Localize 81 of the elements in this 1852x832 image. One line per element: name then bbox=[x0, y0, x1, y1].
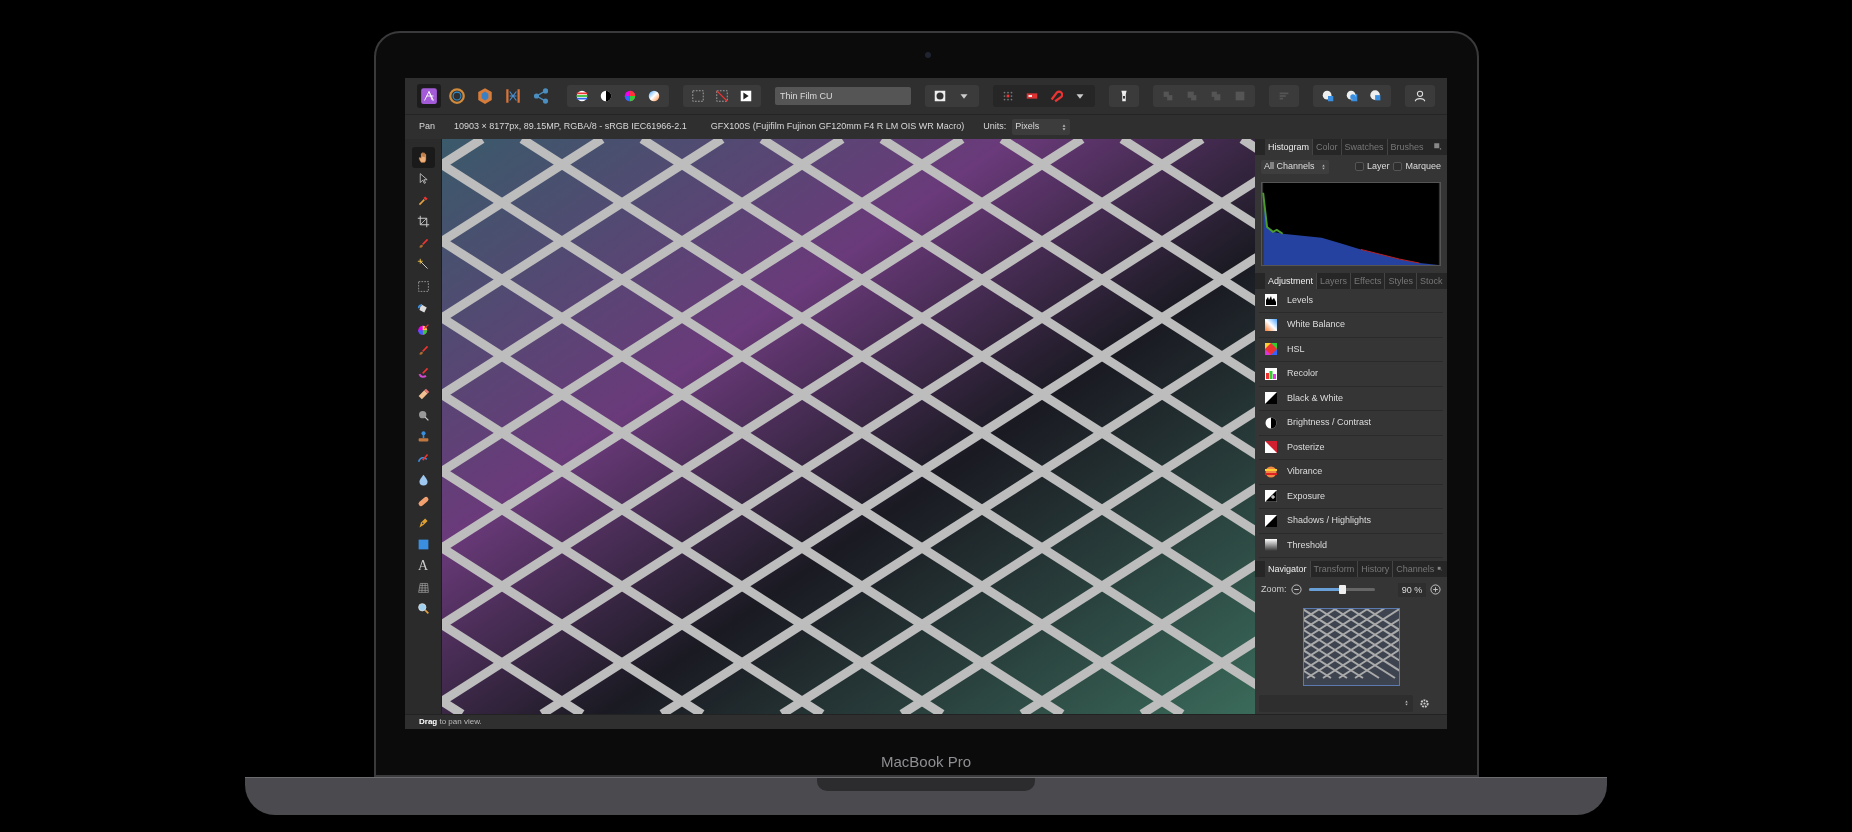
persona-icon bbox=[420, 87, 438, 105]
panel-tab[interactable]: Color bbox=[1312, 139, 1341, 155]
exposure-icon bbox=[1265, 490, 1277, 503]
adjustment-item[interactable]: White Balance bbox=[1259, 313, 1443, 338]
adjustment-item[interactable]: Threshold bbox=[1259, 533, 1443, 559]
hand-icon bbox=[416, 150, 430, 164]
updown-icon bbox=[1061, 122, 1068, 132]
checkbox[interactable] bbox=[1393, 162, 1403, 172]
vibrance-icon bbox=[1265, 465, 1277, 478]
tool-button[interactable] bbox=[411, 147, 435, 168]
camera-icon bbox=[924, 52, 931, 58]
temperature-gradient-icon bbox=[1265, 318, 1277, 331]
hsl-icon bbox=[1265, 343, 1277, 356]
camera-info: GFX100S (Fujifilm Fujinon GF120mm F4 R LM OIS WR Macro) bbox=[710, 120, 965, 134]
panel-tab[interactable]: Adjustment bbox=[1265, 272, 1317, 289]
stamp-icon bbox=[416, 430, 430, 444]
updown-icon bbox=[1321, 162, 1326, 171]
marquee-icon bbox=[416, 279, 430, 293]
crop-icon bbox=[416, 215, 430, 229]
units-label: Units: bbox=[983, 120, 1007, 134]
search-icon bbox=[416, 602, 430, 616]
panel-tab[interactable]: Styles bbox=[1384, 272, 1416, 289]
zoom-slider[interactable] bbox=[1308, 588, 1375, 592]
adjustment-item[interactable]: Exposure bbox=[1259, 484, 1443, 510]
levels-icon bbox=[1265, 294, 1277, 307]
settings-icon[interactable] bbox=[1419, 697, 1430, 709]
square-icon bbox=[416, 537, 430, 551]
checkbox[interactable] bbox=[1354, 162, 1364, 172]
adjustment-item[interactable]: Levels bbox=[1259, 288, 1443, 314]
adjustment-item[interactable]: Posterize bbox=[1259, 435, 1443, 461]
eraser-icon bbox=[416, 387, 430, 401]
updown-icon bbox=[1404, 699, 1409, 708]
panel-tab[interactable]: Swatches bbox=[1340, 139, 1387, 155]
magnifier-icon bbox=[416, 408, 430, 422]
color-wheel-icon bbox=[416, 322, 430, 336]
brightness-contrast-icon bbox=[1265, 416, 1277, 429]
checkbox-label: Layer bbox=[1366, 160, 1390, 173]
panel-tab[interactable]: Layers bbox=[1316, 272, 1351, 289]
panel-tab[interactable]: Navigator bbox=[1265, 561, 1310, 578]
laptop-label: MacBook Pro bbox=[880, 751, 971, 772]
shadows-highlights-icon bbox=[1265, 514, 1277, 527]
share-icon bbox=[532, 87, 550, 105]
brush-icon bbox=[416, 236, 430, 250]
tool-name: Pan bbox=[419, 120, 435, 134]
posterize-icon bbox=[1265, 441, 1277, 454]
hexagon-icon bbox=[476, 87, 494, 105]
tool-button[interactable]: A bbox=[411, 555, 435, 576]
adjustment-item[interactable]: Recolor bbox=[1259, 362, 1443, 387]
zoom-value-field[interactable]: 90 % bbox=[1398, 582, 1426, 597]
drop-icon bbox=[416, 473, 430, 487]
panel-tab[interactable]: Channels bbox=[1392, 561, 1438, 578]
mesh-icon bbox=[416, 580, 430, 594]
brush-icon bbox=[416, 365, 430, 379]
channel-dropdown[interactable]: All Channels bbox=[1261, 159, 1329, 174]
panel-tab[interactable]: Stock bbox=[1415, 272, 1446, 289]
document-info: 10903 × 8177px, 89.15MP, RGBA/8 - sRGB IEC61966-2.1 bbox=[454, 120, 687, 134]
adjustment-item[interactable]: Vibrance bbox=[1259, 460, 1443, 485]
panel-menu-icon[interactable] bbox=[1433, 142, 1443, 152]
adjustment-item[interactable]: Shadows / Highlights bbox=[1259, 509, 1443, 534]
panel-tab[interactable]: Histogram bbox=[1265, 139, 1312, 155]
adjustment-item[interactable]: Brightness / Contrast bbox=[1259, 411, 1443, 436]
units-dropdown[interactable]: Pixels bbox=[1012, 119, 1071, 135]
zoom-in-icon[interactable] bbox=[1430, 584, 1441, 596]
style-field[interactable]: Thin Film CU bbox=[775, 87, 911, 105]
recolor-icon bbox=[1265, 367, 1277, 380]
zoom-out-icon[interactable] bbox=[1290, 584, 1302, 596]
wand-icon bbox=[416, 258, 430, 272]
diagonal-split-icon bbox=[1265, 392, 1277, 405]
brush-icon bbox=[416, 344, 430, 358]
threshold-icon bbox=[1265, 539, 1277, 552]
zoom-slider-thumb[interactable] bbox=[1338, 585, 1346, 595]
photo-thumbnail[interactable] bbox=[1302, 608, 1400, 687]
status-text: Drag to pan view. bbox=[419, 716, 482, 728]
zoom-label: Zoom: bbox=[1261, 583, 1287, 596]
checkbox-label: Marquee bbox=[1405, 160, 1441, 173]
ring-icon bbox=[448, 87, 466, 105]
panel-tab[interactable]: History bbox=[1357, 561, 1393, 578]
brush-icon bbox=[416, 451, 430, 465]
adjustment-item[interactable]: HSL bbox=[1259, 337, 1443, 363]
persona-button[interactable] bbox=[417, 84, 441, 108]
adjustment-item[interactable]: Black & White bbox=[1259, 386, 1443, 412]
